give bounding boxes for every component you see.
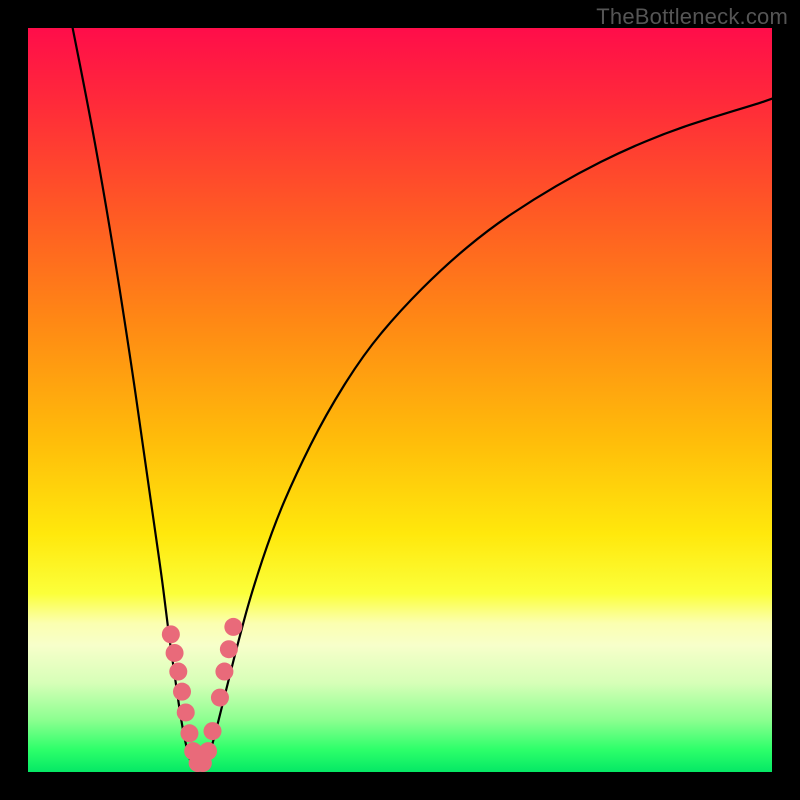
curve-marker — [224, 618, 242, 636]
curve-marker — [199, 742, 217, 760]
chart-frame: TheBottleneck.com — [0, 0, 800, 800]
curve-marker — [211, 689, 229, 707]
plot-svg — [28, 28, 772, 772]
plot-area — [28, 28, 772, 772]
curve-marker — [169, 663, 187, 681]
curve-marker — [220, 640, 238, 658]
curve-marker — [204, 722, 222, 740]
curve-marker — [215, 663, 233, 681]
curve-marker — [180, 724, 198, 742]
watermark-text: TheBottleneck.com — [596, 4, 788, 30]
curve-marker — [162, 625, 180, 643]
gradient-background — [28, 28, 772, 772]
curve-marker — [177, 703, 195, 721]
curve-marker — [173, 683, 191, 701]
curve-marker — [166, 644, 184, 662]
